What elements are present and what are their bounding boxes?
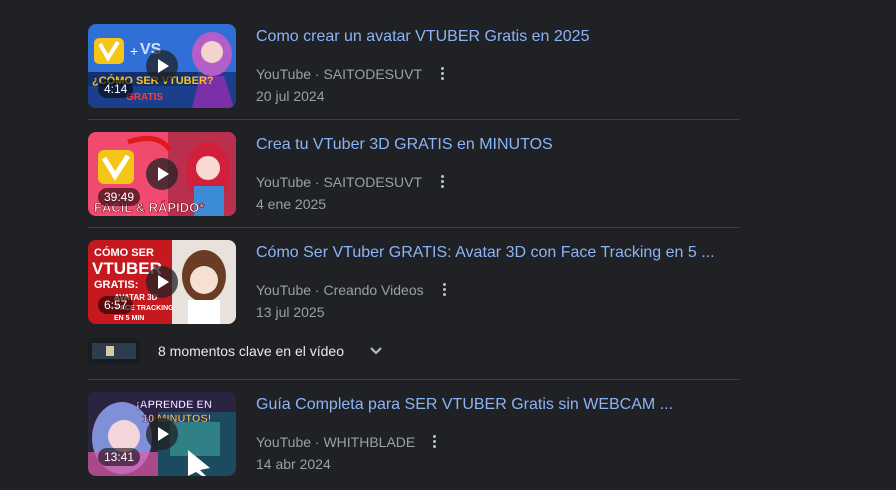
- video-thumbnail[interactable]: FÁCIL & RÁPIDO* 39:49: [88, 132, 236, 216]
- video-date: 20 jul 2024: [256, 88, 325, 104]
- video-source: YouTube: [256, 282, 312, 298]
- video-title-link[interactable]: Cómo Ser VTuber GRATIS: Avatar 3D con Fa…: [256, 242, 736, 264]
- video-result[interactable]: FÁCIL & RÁPIDO* 39:49 Crea tu VTuber 3D …: [88, 132, 740, 216]
- video-thumbnail[interactable]: CÓMO SER VTUBER GRATIS: AVATAR 3D + FACE…: [88, 240, 236, 324]
- thumbnail-caption: CÓMO SER: [94, 246, 154, 259]
- video-thumbnail[interactable]: + VS ¿CÓMO SER VTUBER? GRATIS 4:14: [88, 24, 236, 108]
- video-result[interactable]: + VS ¿CÓMO SER VTUBER? GRATIS 4:14 Como …: [88, 24, 740, 108]
- duration-badge: 39:49: [98, 188, 141, 206]
- more-vert-icon[interactable]: [438, 281, 450, 299]
- video-date: 14 abr 2024: [256, 456, 331, 472]
- play-icon[interactable]: [146, 158, 178, 190]
- thumbnail-caption: EN 5 MIN: [114, 315, 144, 322]
- video-channel: SAITODESUVT: [323, 174, 423, 190]
- video-title-link[interactable]: Crea tu VTuber 3D GRATIS en MINUTOS: [256, 134, 736, 156]
- play-icon[interactable]: [146, 418, 178, 450]
- video-date: 4 ene 2025: [256, 196, 327, 212]
- thumbnail-caption: GRATIS:: [94, 279, 138, 291]
- video-channel: WHITHBLADE: [323, 434, 416, 450]
- play-icon[interactable]: [146, 266, 178, 298]
- video-date: 13 jul 2025: [256, 304, 325, 320]
- thumbnail-caption: ¡APRENDE EN: [136, 399, 212, 411]
- video-source: YouTube: [256, 434, 312, 450]
- video-title-link[interactable]: Guía Completa para SER VTUBER Gratis sin…: [256, 394, 736, 416]
- duration-badge: 4:14: [98, 80, 134, 98]
- key-moments-toggle[interactable]: 8 momentos clave en el vídeo: [88, 338, 428, 364]
- video-result[interactable]: CÓMO SER VTUBER GRATIS: AVATAR 3D + FACE…: [88, 240, 740, 324]
- video-channel: SAITODESUVT: [323, 66, 423, 82]
- meta-separator: ·: [314, 66, 320, 82]
- chevron-down-icon[interactable]: [368, 344, 384, 358]
- video-meta: YouTube · SAITODESUVT: [256, 64, 422, 84]
- video-channel: Creando Videos: [323, 282, 424, 298]
- video-meta: YouTube · SAITODESUVT: [256, 172, 422, 192]
- video-source: YouTube: [256, 174, 312, 190]
- more-vert-icon[interactable]: [436, 65, 448, 83]
- duration-badge: 13:41: [98, 448, 141, 466]
- video-title-link[interactable]: Como crear un avatar VTUBER Gratis en 20…: [256, 26, 736, 48]
- key-moments-label: 8 momentos clave en el vídeo: [158, 343, 344, 359]
- video-meta: YouTube · Creando Videos: [256, 280, 424, 300]
- play-icon[interactable]: [146, 50, 178, 82]
- video-source: YouTube: [256, 66, 312, 82]
- video-meta: YouTube · WHITHBLADE: [256, 432, 415, 452]
- meta-separator: ·: [314, 282, 320, 298]
- duration-badge: 6:57: [98, 296, 134, 314]
- more-vert-icon[interactable]: [428, 433, 440, 451]
- video-result[interactable]: ¡APRENDE EN 10 MINUTOS! 13:41 Guía Compl…: [88, 392, 740, 476]
- divider: [88, 227, 740, 228]
- more-vert-icon[interactable]: [436, 173, 448, 191]
- meta-separator: ·: [314, 434, 320, 450]
- divider: [88, 379, 740, 380]
- divider: [88, 119, 740, 120]
- svg-text:+: +: [130, 43, 138, 59]
- key-moment-thumbnail: [88, 338, 140, 364]
- video-thumbnail[interactable]: ¡APRENDE EN 10 MINUTOS! 13:41: [88, 392, 236, 476]
- meta-separator: ·: [314, 174, 320, 190]
